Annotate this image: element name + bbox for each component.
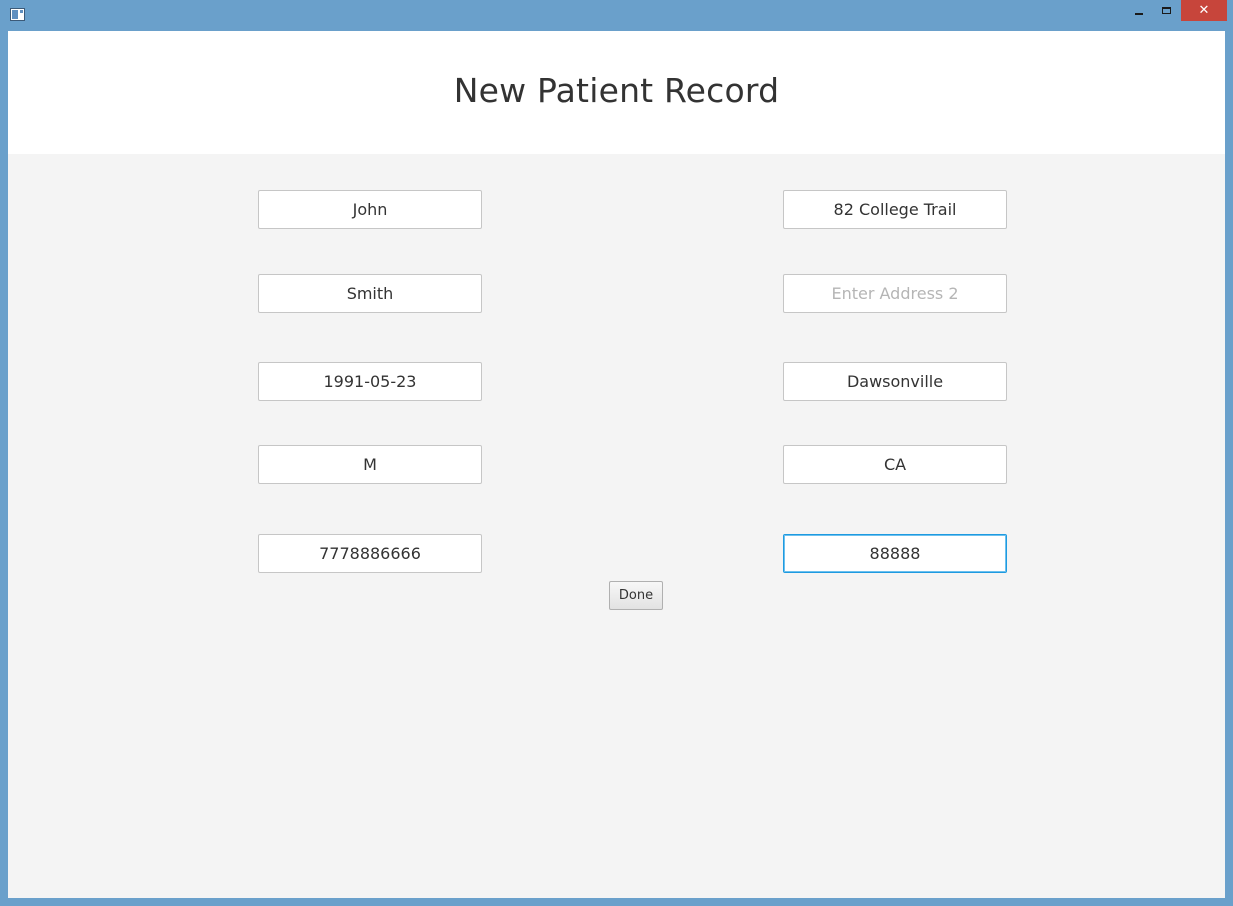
address1-field[interactable] (783, 190, 1007, 229)
app-window-icon (10, 8, 25, 21)
maximize-icon (1161, 7, 1171, 14)
last-name-field[interactable] (258, 274, 482, 313)
state-field[interactable] (783, 445, 1007, 484)
sex-field[interactable] (258, 445, 482, 484)
zip-field[interactable] (783, 534, 1007, 573)
city-field[interactable] (783, 362, 1007, 401)
header: New Patient Record (8, 31, 1225, 154)
client-area: New Patient Record Done (8, 31, 1225, 898)
close-icon: ✕ (1198, 3, 1210, 18)
close-button[interactable]: ✕ (1181, 0, 1227, 21)
phone-field[interactable] (258, 534, 482, 573)
done-button[interactable]: Done (609, 581, 663, 610)
maximize-button[interactable] (1155, 0, 1177, 21)
minimize-icon (1135, 12, 1143, 15)
birth-date-field[interactable] (258, 362, 482, 401)
page-title: New Patient Record (453, 71, 780, 110)
title-bar[interactable]: ✕ (0, 0, 1233, 30)
minimize-button[interactable] (1128, 0, 1150, 21)
app-window: ✕ New Patient Record Done (0, 0, 1233, 906)
first-name-field[interactable] (258, 190, 482, 229)
address2-field[interactable] (783, 274, 1007, 313)
